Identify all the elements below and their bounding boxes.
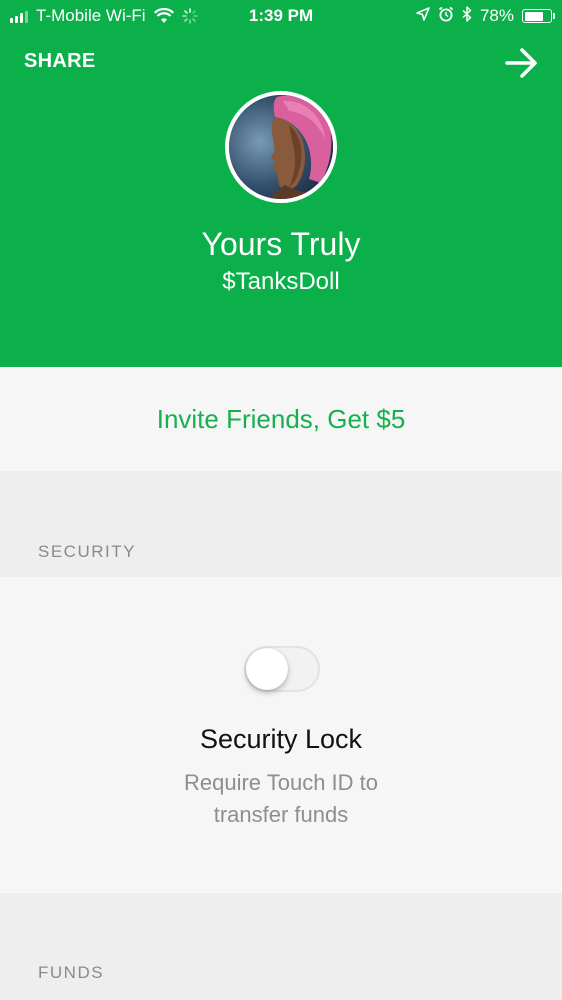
battery-percent: 78% [479, 6, 514, 25]
display-name: Yours Truly [201, 226, 361, 262]
location-arrow-icon [416, 6, 430, 26]
invite-friends-button[interactable]: Invite Friends, Get $5 [0, 367, 562, 471]
security-lock-description-line2: transfer funds [213, 802, 349, 827]
security-lock-description-line1: Require Touch ID to [183, 770, 379, 795]
security-section-header: SECURITY [0, 471, 562, 577]
security-lock-title: Security Lock [199, 724, 363, 754]
toggle-knob [246, 648, 288, 690]
share-button[interactable]: SHARE [24, 50, 96, 73]
invite-friends-label: Invite Friends, Get $5 [156, 403, 406, 434]
battery-icon [522, 9, 555, 23]
cashtag: $TanksDoll [222, 268, 340, 295]
avatar[interactable] [225, 91, 337, 203]
section-title-security: SECURITY [38, 542, 136, 561]
alarm-icon [438, 6, 454, 27]
arrow-right-icon[interactable] [504, 46, 540, 80]
funds-section-header: FUNDS [0, 893, 562, 1000]
bluetooth-icon [462, 5, 472, 27]
profile-header: T-Mobile Wi-Fi 1:39 PM 78% SHARE Yours T… [0, 0, 562, 367]
status-bar: T-Mobile Wi-Fi 1:39 PM 78% [0, 0, 562, 34]
security-lock-toggle[interactable] [244, 646, 320, 692]
security-lock-card: Security Lock Require Touch ID to transf… [0, 577, 562, 893]
security-lock-description: Require Touch ID to transfer funds [0, 767, 562, 831]
section-title-funds: FUNDS [38, 963, 105, 982]
